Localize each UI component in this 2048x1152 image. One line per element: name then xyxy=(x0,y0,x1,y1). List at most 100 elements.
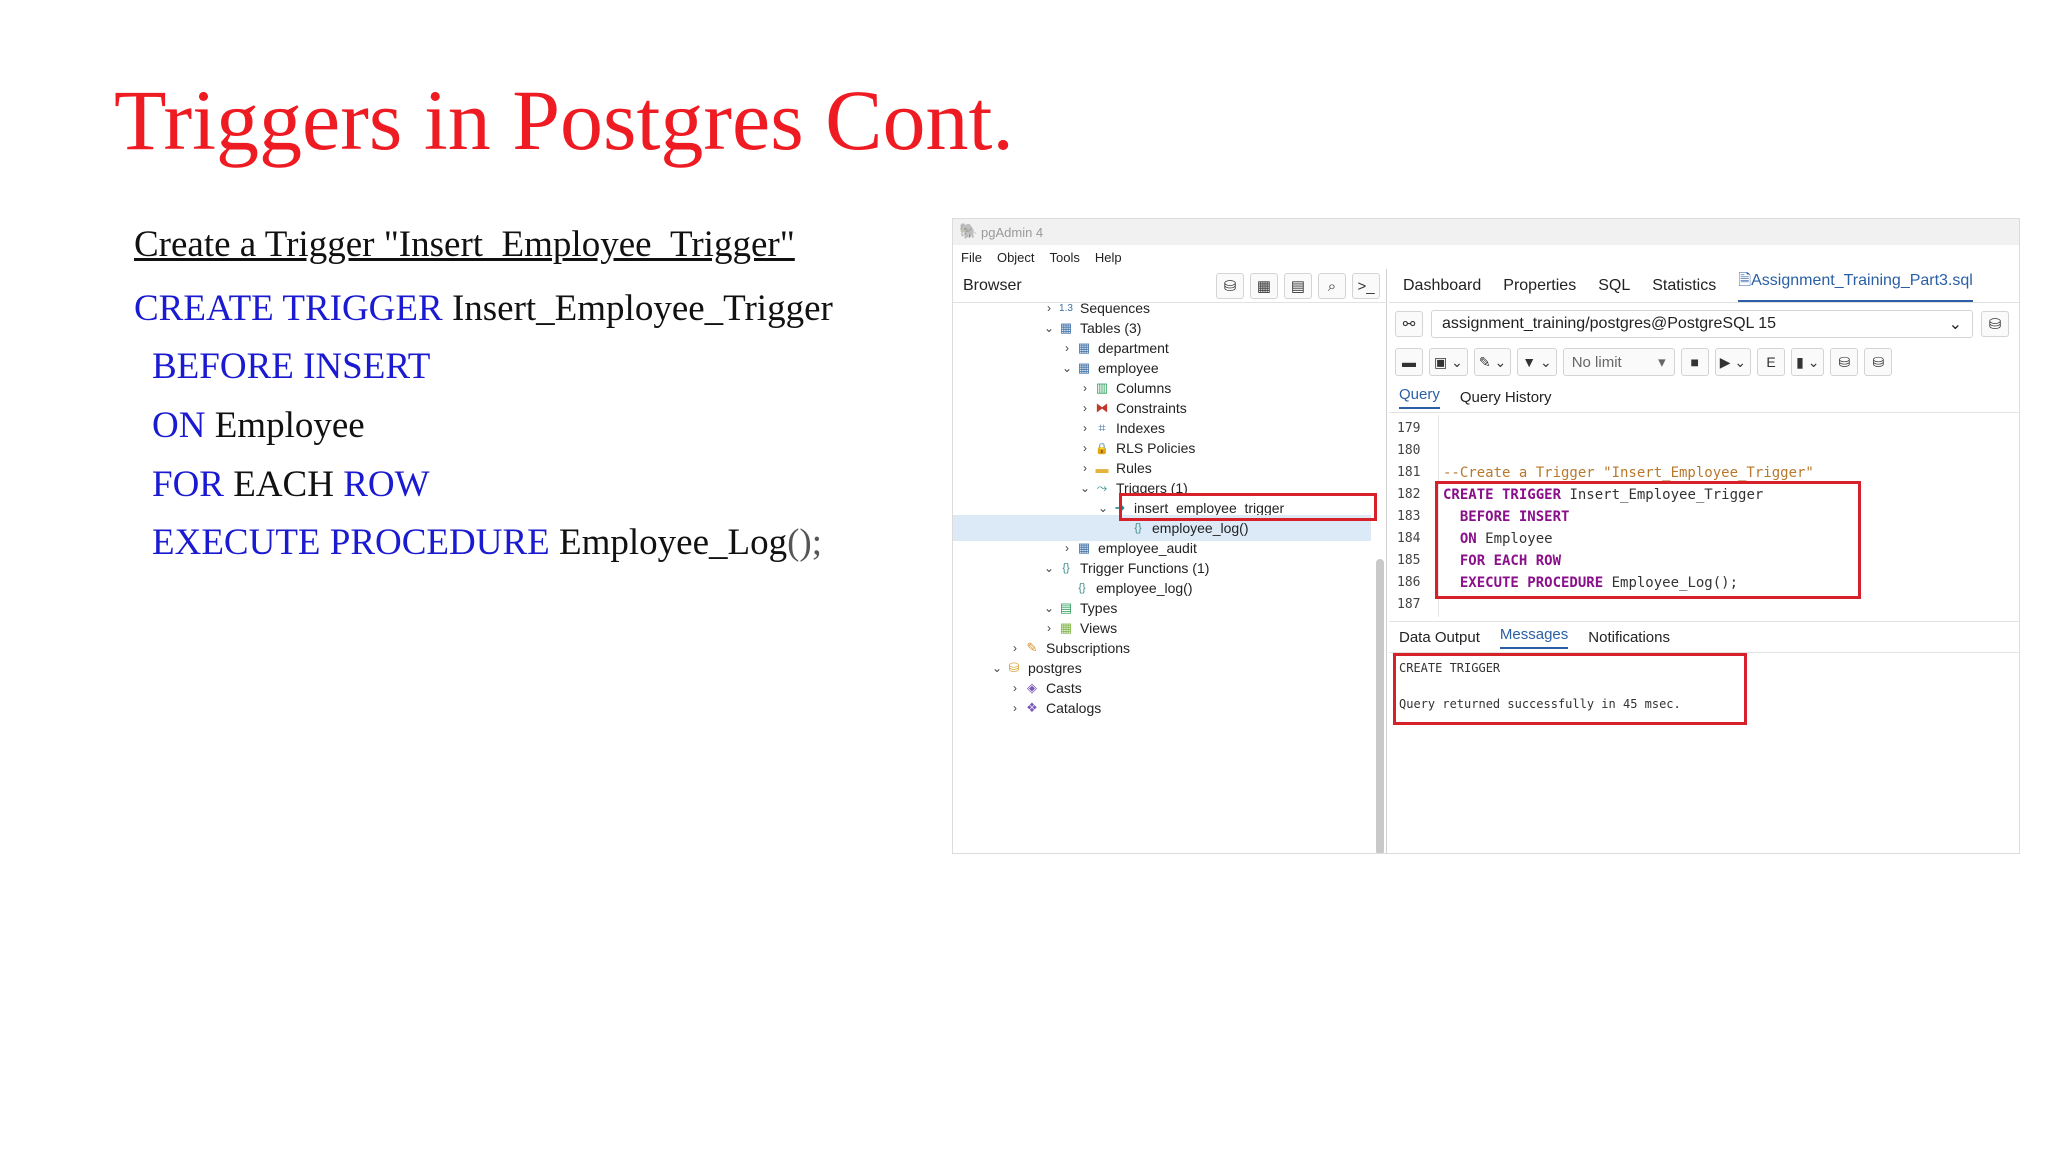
tree-item-label: Tables (3) xyxy=(1080,320,1142,336)
columns-icon: ▥ xyxy=(1095,380,1109,395)
chevron-right-icon[interactable]: › xyxy=(1077,461,1093,475)
chevron-down-icon[interactable]: ⌄ xyxy=(1041,601,1057,615)
chevron-down-icon: ⌄ xyxy=(1948,316,1962,333)
terminal-icon[interactable]: >_ xyxy=(1352,273,1380,299)
browser-panel: Browser ⛁ ▦ ▤ ⌕ >_ › 1.3 Sequences ⌄ ▦ Table… xyxy=(953,269,1387,853)
explain-icon[interactable]: E xyxy=(1757,348,1786,376)
chevron-right-icon[interactable]: › xyxy=(1041,303,1057,315)
sql-editor[interactable]: 179 180 181 182 183 184 185 186 187 188 … xyxy=(1389,415,2019,617)
chevron-right-icon[interactable]: › xyxy=(1077,401,1093,415)
code-comment: --Create a Trigger "Insert_Employee_Trig… xyxy=(1443,465,1814,481)
database-icon: ⛁ xyxy=(1008,660,1020,675)
filter-icon[interactable]: ▼ ⌄ xyxy=(1517,348,1557,376)
chevron-right-icon[interactable]: › xyxy=(1077,421,1093,435)
tree-item-label: Trigger Functions (1) xyxy=(1080,560,1210,576)
tab-query[interactable]: Query xyxy=(1399,386,1440,409)
table-icon: ▦ xyxy=(1077,540,1091,555)
chevron-right-icon[interactable]: › xyxy=(1059,341,1075,355)
explain-analyze-icon[interactable]: ▮ ⌄ xyxy=(1791,348,1825,376)
database-icon[interactable]: ⛁ xyxy=(1981,311,2009,337)
tab-query-file[interactable]: 🗎Assignment_Training_Part3.sql xyxy=(1738,269,1973,302)
views-icon: ▦ xyxy=(1059,620,1073,635)
chevron-down-icon[interactable]: ⌄ xyxy=(1095,501,1111,515)
slide-heading: Create a Trigger "Insert_Employee_Trigge… xyxy=(134,224,795,265)
lock-icon: 🔒 xyxy=(1095,442,1109,455)
stop-icon[interactable]: ■ xyxy=(1680,348,1709,376)
tree-item-label: employee xyxy=(1098,360,1159,376)
play-icon[interactable]: ▶ ⌄ xyxy=(1714,348,1752,376)
chevron-right-icon[interactable]: › xyxy=(1077,381,1093,395)
line-number: 186 xyxy=(1397,575,1421,590)
tab-data-output[interactable]: Data Output xyxy=(1399,629,1480,646)
tree-item-label: Types xyxy=(1080,600,1118,616)
tab-sql[interactable]: SQL xyxy=(1598,277,1630,295)
line-number: 181 xyxy=(1397,465,1421,480)
chevron-down-icon[interactable]: ⌄ xyxy=(1077,481,1093,495)
chevron-down-icon[interactable]: ⌄ xyxy=(1041,561,1057,575)
slide-code-line-5: EXECUTE PROCEDURE Employee_Log(); xyxy=(152,524,822,561)
menu-object[interactable]: Object xyxy=(997,250,1035,265)
open-folder-icon[interactable]: ▬ xyxy=(1395,348,1423,376)
filter-table-icon[interactable]: ▤ xyxy=(1284,273,1312,299)
constraints-icon: ⧓ xyxy=(1095,400,1109,415)
code-area[interactable]: --Create a Trigger "Insert_Employee_Trig… xyxy=(1435,415,2013,617)
commit-icon[interactable]: ⛁ xyxy=(1830,348,1859,376)
grid-icon[interactable]: ▦ xyxy=(1250,273,1278,299)
code-keyword: CREATE TRIGGER xyxy=(134,288,443,329)
slide-title: Triggers in Postgres Cont. xyxy=(114,72,1014,168)
tree-item-label: Catalogs xyxy=(1046,700,1102,716)
chevron-down-icon[interactable]: ⌄ xyxy=(989,661,1005,675)
slide-code-line-3: ON Employee xyxy=(152,407,365,444)
tab-query-history[interactable]: Query History xyxy=(1460,389,1552,406)
tab-properties[interactable]: Properties xyxy=(1503,277,1576,295)
function-icon: {} xyxy=(1078,582,1086,594)
edit-icon[interactable]: ✎ ⌄ xyxy=(1473,348,1512,376)
main-tabs: Dashboard Properties SQL Statistics 🗎Ass… xyxy=(1389,269,2019,303)
save-icon[interactable]: ▣ ⌄ xyxy=(1429,348,1468,376)
chevron-down-icon[interactable]: ⌄ xyxy=(1059,361,1075,375)
chevron-right-icon[interactable]: › xyxy=(1059,541,1075,555)
title-bar: 🐘 pgAdmin 4 xyxy=(953,219,2019,245)
tab-statistics[interactable]: Statistics xyxy=(1652,277,1716,295)
tree-item-label: department xyxy=(1098,340,1169,356)
tab-notifications[interactable]: Notifications xyxy=(1588,629,1670,646)
code-punctuation: (); xyxy=(787,522,823,563)
caret-down-icon: ▾ xyxy=(1658,354,1666,371)
code-keyword: FOR xyxy=(152,464,224,505)
tree-item-label: Casts xyxy=(1046,680,1082,696)
tree-item-catalogs[interactable]: › ❖ Catalogs xyxy=(953,695,1371,721)
browser-scrollbar[interactable] xyxy=(1376,559,1384,853)
link-icon[interactable]: ⚯ xyxy=(1395,311,1423,337)
connection-bar: ⚯ assignment_training/postgres@PostgreSQ… xyxy=(1395,309,2009,339)
chevron-right-icon[interactable]: › xyxy=(1007,641,1023,655)
chevron-right-icon[interactable]: › xyxy=(1041,621,1057,635)
code-identifier: Insert_Employee_Trigger xyxy=(442,288,833,329)
database-icon[interactable]: ⛁ xyxy=(1216,273,1244,299)
menu-file[interactable]: File xyxy=(961,250,982,265)
catalogs-icon: ❖ xyxy=(1026,700,1038,715)
connection-select[interactable]: assignment_training/postgres@PostgreSQL … xyxy=(1431,310,1973,338)
tab-messages[interactable]: Messages xyxy=(1499,626,1569,649)
line-number: 180 xyxy=(1397,443,1421,458)
chevron-right-icon[interactable]: › xyxy=(1077,441,1093,455)
query-tabs: Query Query History xyxy=(1389,383,2019,413)
chevron-down-icon[interactable]: ⌄ xyxy=(1041,321,1057,335)
table-icon: ▦ xyxy=(1059,320,1073,335)
query-toolbar: ▬ ▣ ⌄ ✎ ⌄ ▼ ⌄ No limit ▾ ■ ▶ ⌄ E ▮ ⌄ ⛁ ⛁ xyxy=(1395,347,2015,377)
slide-code-line-4: FOR EACH ROW xyxy=(152,466,430,503)
menu-tools[interactable]: Tools xyxy=(1050,250,1080,265)
limit-select[interactable]: No limit ▾ xyxy=(1562,348,1675,376)
table-icon: ▦ xyxy=(1077,360,1091,375)
search-icon[interactable]: ⌕ xyxy=(1318,273,1346,299)
browser-toolbar: ⛁ ▦ ▤ ⌕ >_ xyxy=(1216,273,1380,299)
indexes-icon: ⌗ xyxy=(1098,420,1106,435)
tab-dashboard[interactable]: Dashboard xyxy=(1403,277,1481,295)
browser-title: Browser xyxy=(963,276,1022,294)
rollback-icon[interactable]: ⛁ xyxy=(1864,348,1893,376)
query-tool-panel: Dashboard Properties SQL Statistics 🗎Ass… xyxy=(1389,269,2019,853)
chevron-right-icon[interactable]: › xyxy=(1007,681,1023,695)
chevron-right-icon[interactable]: › xyxy=(1007,701,1023,715)
menu-help[interactable]: Help xyxy=(1095,250,1122,265)
elephant-icon: 🐘 xyxy=(959,223,978,240)
line-number-gutter: 179 180 181 182 183 184 185 186 187 188 … xyxy=(1389,415,1439,617)
